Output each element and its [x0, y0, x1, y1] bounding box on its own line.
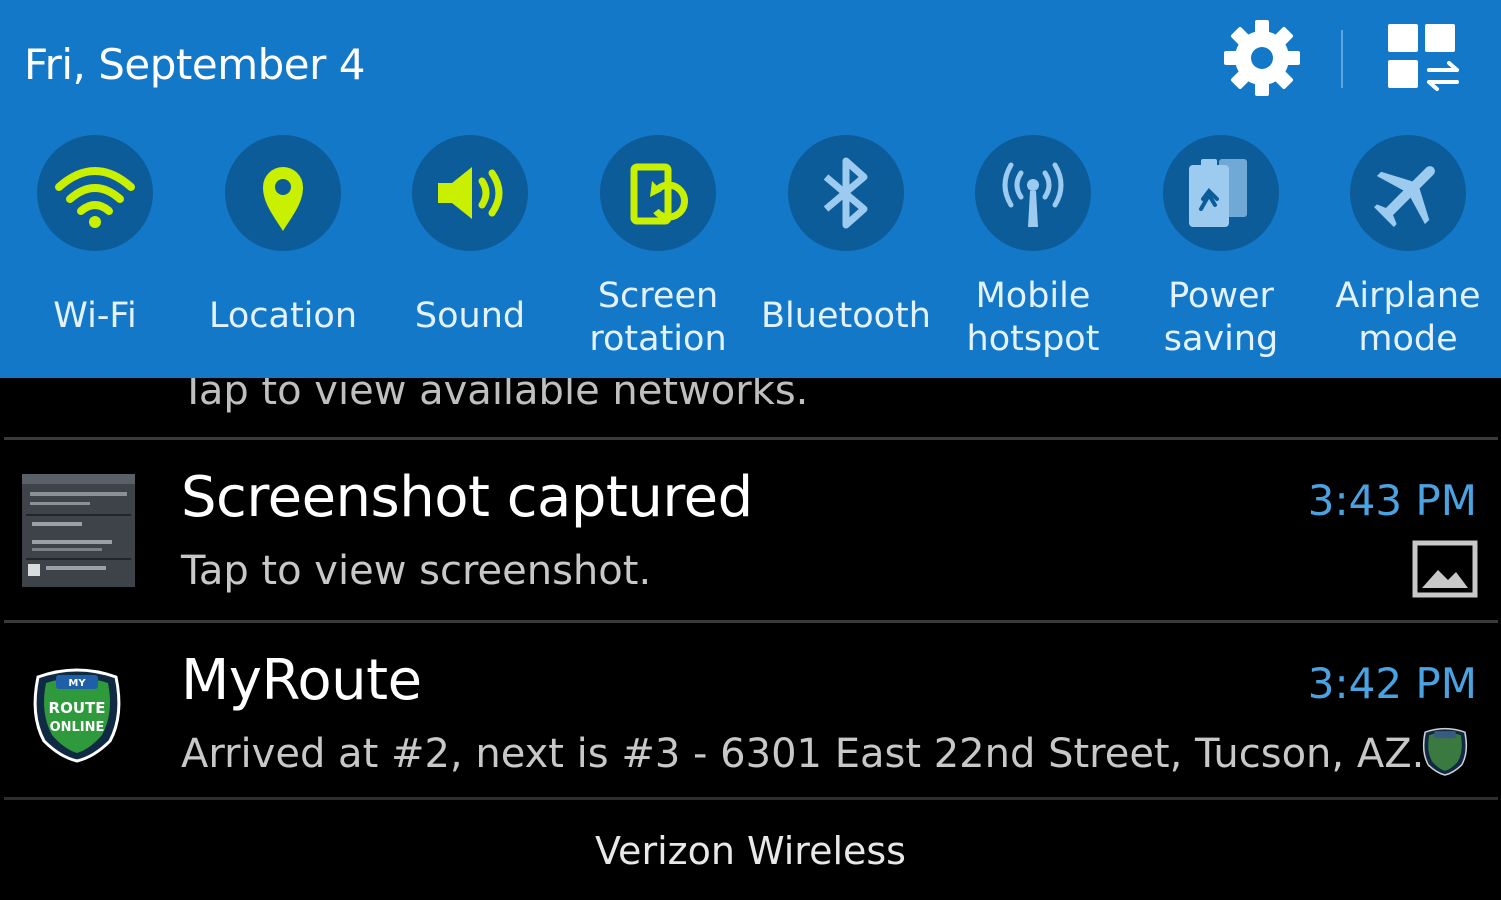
tile-screen-rotation-label: Screen rotation: [589, 276, 727, 359]
myroute-logo-online: ONLINE: [50, 720, 105, 735]
carrier-label: Verizon Wireless: [595, 829, 906, 873]
notification-screenshot-subtitle: Tap to view screenshot.: [181, 548, 652, 594]
myroute-logo-my: MY: [68, 678, 86, 689]
tile-power-saving-circle: [1163, 135, 1279, 251]
tile-bluetooth-circle: [788, 135, 904, 251]
image-icon: [1412, 540, 1478, 598]
gear-icon[interactable]: [1222, 18, 1302, 98]
myroute-logo-route: ROUTE: [49, 699, 106, 717]
screenshot-thumbnail-icon: [22, 474, 135, 587]
notification-myroute-subtitle: Arrived at #2, next is #3 - 6301 East 22…: [181, 731, 1438, 777]
date-label: Fri, September 4: [24, 40, 365, 89]
notification-myroute-time: 3:42 PM: [1307, 659, 1477, 708]
bluetooth-icon: [823, 157, 868, 229]
header-divider: [1341, 30, 1343, 88]
myroute-small-icon: [1422, 727, 1468, 776]
tile-wifi[interactable]: Wi-Fi: [0, 135, 190, 375]
tile-airplane-mode-label: Airplane mode: [1335, 276, 1481, 359]
tile-location-circle: [225, 135, 341, 251]
location-pin-icon: [263, 167, 303, 231]
tile-airplane-mode[interactable]: Airplane mode: [1313, 135, 1501, 375]
tile-location[interactable]: Location: [188, 135, 378, 375]
tile-sound[interactable]: Sound: [375, 135, 565, 375]
tile-sound-label: Sound: [414, 296, 526, 336]
notification-myroute-title: MyRoute: [181, 648, 422, 713]
notification-screenshot-title: Screenshot captured: [181, 465, 753, 530]
tile-bluetooth-label: Bluetooth: [761, 296, 931, 336]
notification-screenshot-time: 3:43 PM: [1307, 476, 1477, 525]
tile-bluetooth[interactable]: Bluetooth: [751, 135, 941, 375]
speaker-icon: [438, 167, 503, 219]
screen-rotation-icon: [630, 163, 689, 225]
quick-settings-panel: Fri, September 4 Wi-Fi Location Sound Sc…: [0, 0, 1501, 378]
tile-power-saving-label: Power saving: [1163, 276, 1279, 359]
tile-screen-rotation-circle: [600, 135, 716, 251]
hotspot-icon: [1002, 162, 1064, 227]
tile-wifi-circle: [37, 135, 153, 251]
wifi-icon: [55, 167, 135, 228]
tile-airplane-mode-circle: [1350, 135, 1466, 251]
airplane-icon: [1374, 166, 1435, 227]
notification-partial[interactable]: Tap to view available networks.: [0, 378, 1501, 438]
tile-power-saving[interactable]: Power saving: [1126, 135, 1316, 375]
grid-edit-icon[interactable]: [1385, 20, 1461, 96]
tile-sound-circle: [412, 135, 528, 251]
tile-mobile-hotspot[interactable]: Mobile hotspot: [938, 135, 1128, 375]
tile-mobile-hotspot-label: Mobile hotspot: [966, 276, 1100, 359]
notification-screenshot[interactable]: Screenshot captured Tap to view screensh…: [0, 440, 1501, 620]
tile-location-label: Location: [208, 296, 358, 336]
notification-divider: [4, 797, 1498, 800]
power-saving-icon: [1189, 159, 1247, 227]
tile-screen-rotation[interactable]: Screen rotation: [563, 135, 753, 375]
tile-wifi-label: Wi-Fi: [53, 296, 137, 336]
myroute-logo-icon: MY ROUTE ONLINE: [33, 668, 121, 763]
notification-partial-text: Tap to view available networks.: [181, 378, 809, 414]
notification-myroute[interactable]: MY ROUTE ONLINE MyRoute Arrived at #2, n…: [0, 623, 1501, 797]
tile-mobile-hotspot-circle: [975, 135, 1091, 251]
